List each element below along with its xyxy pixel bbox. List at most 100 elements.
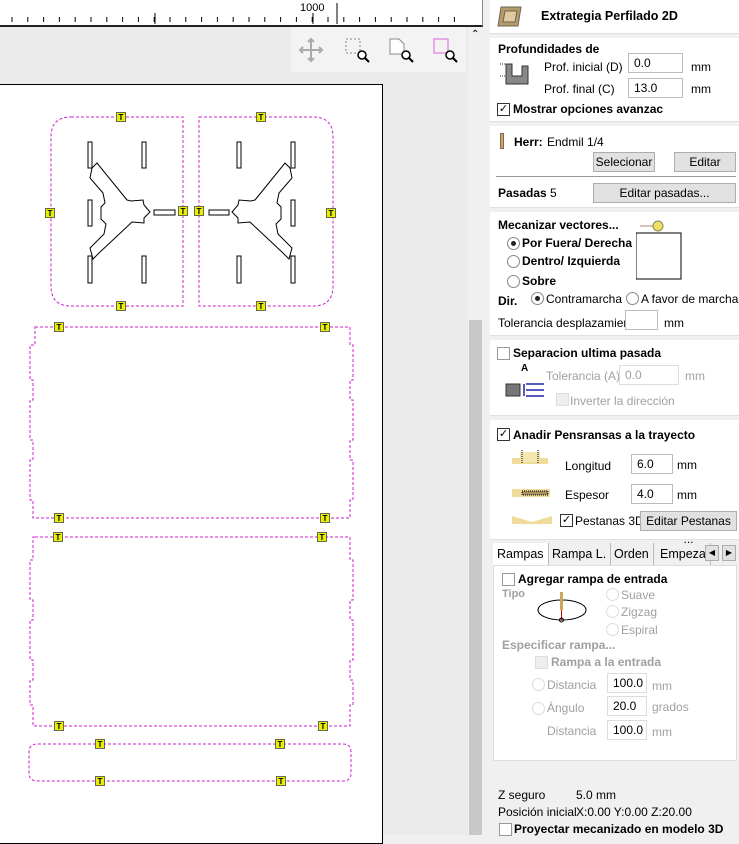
tab-order[interactable]: Orden — [610, 543, 654, 565]
tab-scroll-right-icon[interactable]: ▶ — [722, 545, 736, 561]
tab-start[interactable]: Empeza — [656, 543, 711, 565]
tab-marker[interactable]: T — [276, 776, 286, 787]
tab-marker-label: T — [57, 514, 62, 523]
tab-marker[interactable]: T — [320, 513, 330, 524]
zigzag-radio[interactable] — [606, 605, 619, 618]
offset-tolerance-label: Tolerancia desplazamiento — [498, 316, 641, 330]
distance-input[interactable]: 100.0 — [607, 673, 647, 693]
tab-marker[interactable]: T — [256, 112, 266, 123]
tab-marker[interactable]: T — [326, 208, 336, 219]
smooth-radio[interactable] — [606, 588, 619, 601]
unit-label: mm — [652, 725, 672, 739]
outside-label: Por Fuera/ Derecha — [522, 236, 633, 250]
advanced-options-checkbox[interactable]: ✓ — [497, 103, 510, 116]
bird-right — [231, 162, 293, 260]
safe-z-label: Z seguro — [498, 788, 546, 802]
scroll-up-icon[interactable]: ⌃ — [471, 29, 479, 40]
inside-radio[interactable] — [507, 255, 520, 268]
depths-heading: Profundidades de — [498, 42, 600, 56]
climb-radio[interactable] — [531, 292, 544, 305]
unit-label: mm — [685, 369, 705, 383]
add-tabs-label: Anadir Pensransas a la trayecto — [513, 428, 696, 442]
edit-tool-button[interactable]: Editar — [674, 152, 736, 172]
tab-lead-ramp[interactable]: Rampa L. — [548, 543, 612, 565]
inside-label: Dentro/ Izquierda — [522, 254, 621, 268]
unit-label: mm — [691, 60, 711, 74]
end-depth-input[interactable]: 13.0 — [628, 78, 683, 98]
endmill-icon — [500, 133, 504, 149]
tab-marker[interactable]: T — [194, 206, 204, 217]
offset-preview-icon — [636, 220, 682, 280]
tab-marker[interactable]: T — [275, 739, 285, 750]
angle-radio[interactable] — [532, 702, 545, 715]
scrollbar-thumb[interactable] — [469, 320, 482, 835]
tab-marker[interactable]: T — [178, 206, 188, 217]
tab-marker[interactable]: T — [54, 721, 64, 732]
tool-label: Herr: — [514, 135, 543, 149]
on-radio[interactable] — [507, 275, 520, 288]
tab-ramps[interactable]: Rampas — [493, 543, 549, 565]
tab-marker[interactable]: T — [256, 301, 266, 312]
ramp-in-checkbox[interactable] — [535, 656, 548, 669]
safe-z-value: 5.0 mm — [576, 788, 617, 802]
tab-marker-label: T — [323, 323, 328, 332]
tab-marker[interactable]: T — [95, 739, 105, 750]
spiral-label: Espiral — [621, 623, 658, 637]
separation-checkbox[interactable] — [497, 347, 510, 360]
unit-label: mm — [652, 679, 672, 693]
vector-drawing[interactable]: T T T T T T T T T T T T T T T T T T T T — [0, 0, 468, 835]
bird-shapes — [89, 162, 293, 260]
tab-marker[interactable]: T — [320, 322, 330, 333]
tab-scroll-left-icon[interactable]: ◀ — [705, 545, 719, 561]
tab-marker[interactable]: T — [53, 532, 63, 543]
outside-radio[interactable] — [507, 237, 520, 250]
edit-passes-button[interactable]: Editar pasadas... — [593, 183, 736, 203]
tab-thickness-icon — [512, 489, 550, 497]
distance2-input[interactable]: 100.0 — [607, 720, 647, 740]
angle-input[interactable]: 20.0 — [607, 696, 647, 716]
distance-radio[interactable] — [532, 678, 545, 691]
distance2-label: Distancia — [547, 724, 597, 738]
start-depth-input[interactable]: 0.0 — [628, 53, 683, 73]
tab-marker-label: T — [259, 113, 264, 122]
tab-marker[interactable]: T — [54, 322, 64, 333]
machine-vectors-heading: Mecanizar vectores... — [498, 218, 619, 232]
add-tabs-checkbox[interactable]: ✓ — [497, 428, 510, 441]
slots — [87, 141, 296, 284]
ramp-in-label: Rampa a la entrada — [551, 655, 662, 669]
direction-label: Dir. — [498, 294, 518, 308]
tab-marker-label: T — [259, 302, 264, 311]
panel-header: Extrategia Perfilado 2D — [490, 0, 739, 34]
edit-tabs-button[interactable]: Editar Pestanas ... — [640, 511, 737, 546]
project-3d-checkbox[interactable] — [499, 823, 512, 836]
tab-marker[interactable]: T — [116, 301, 126, 312]
invert-direction-checkbox[interactable] — [556, 393, 569, 406]
tab-marker-label: T — [57, 722, 62, 731]
smooth-label: Suave — [621, 588, 656, 602]
depth-diagram-icon — [500, 63, 529, 85]
tab-marker[interactable]: T — [317, 532, 327, 543]
tabs-3d-checkbox[interactable]: ✓ — [560, 514, 573, 527]
home-position-label: Posición inicial — [498, 805, 577, 819]
unit-label: mm — [664, 316, 684, 330]
spiral-radio[interactable] — [606, 623, 619, 636]
tab-marker[interactable]: T — [45, 208, 55, 219]
offset-tolerance-input[interactable] — [625, 310, 658, 330]
tab-thickness-input[interactable]: 4.0 — [631, 484, 673, 504]
tab-marker[interactable]: T — [95, 776, 105, 787]
advanced-options-label: Mostrar opciones avanzac — [513, 102, 664, 116]
tab-marker[interactable]: T — [54, 513, 64, 524]
tab-marker-label: T — [181, 207, 186, 216]
tool-name: Endmil 1/4 — [547, 135, 604, 149]
select-tool-button[interactable]: Selecionar — [593, 152, 655, 172]
tab-marker[interactable]: T — [116, 112, 126, 123]
tab-marker[interactable]: T — [318, 721, 328, 732]
add-ramp-checkbox[interactable] — [502, 573, 515, 586]
toolpath-panel-1 — [29, 326, 354, 519]
conventional-radio[interactable] — [626, 292, 639, 305]
allowance-input[interactable]: 0.0 — [619, 365, 679, 385]
ramps-tab-content: Agregar rampa de entrada Tipo Suave Zigz… — [493, 565, 737, 761]
toolpath-strip — [28, 743, 352, 782]
tab-length-input[interactable]: 6.0 — [631, 454, 673, 474]
unit-label: mm — [677, 458, 697, 472]
